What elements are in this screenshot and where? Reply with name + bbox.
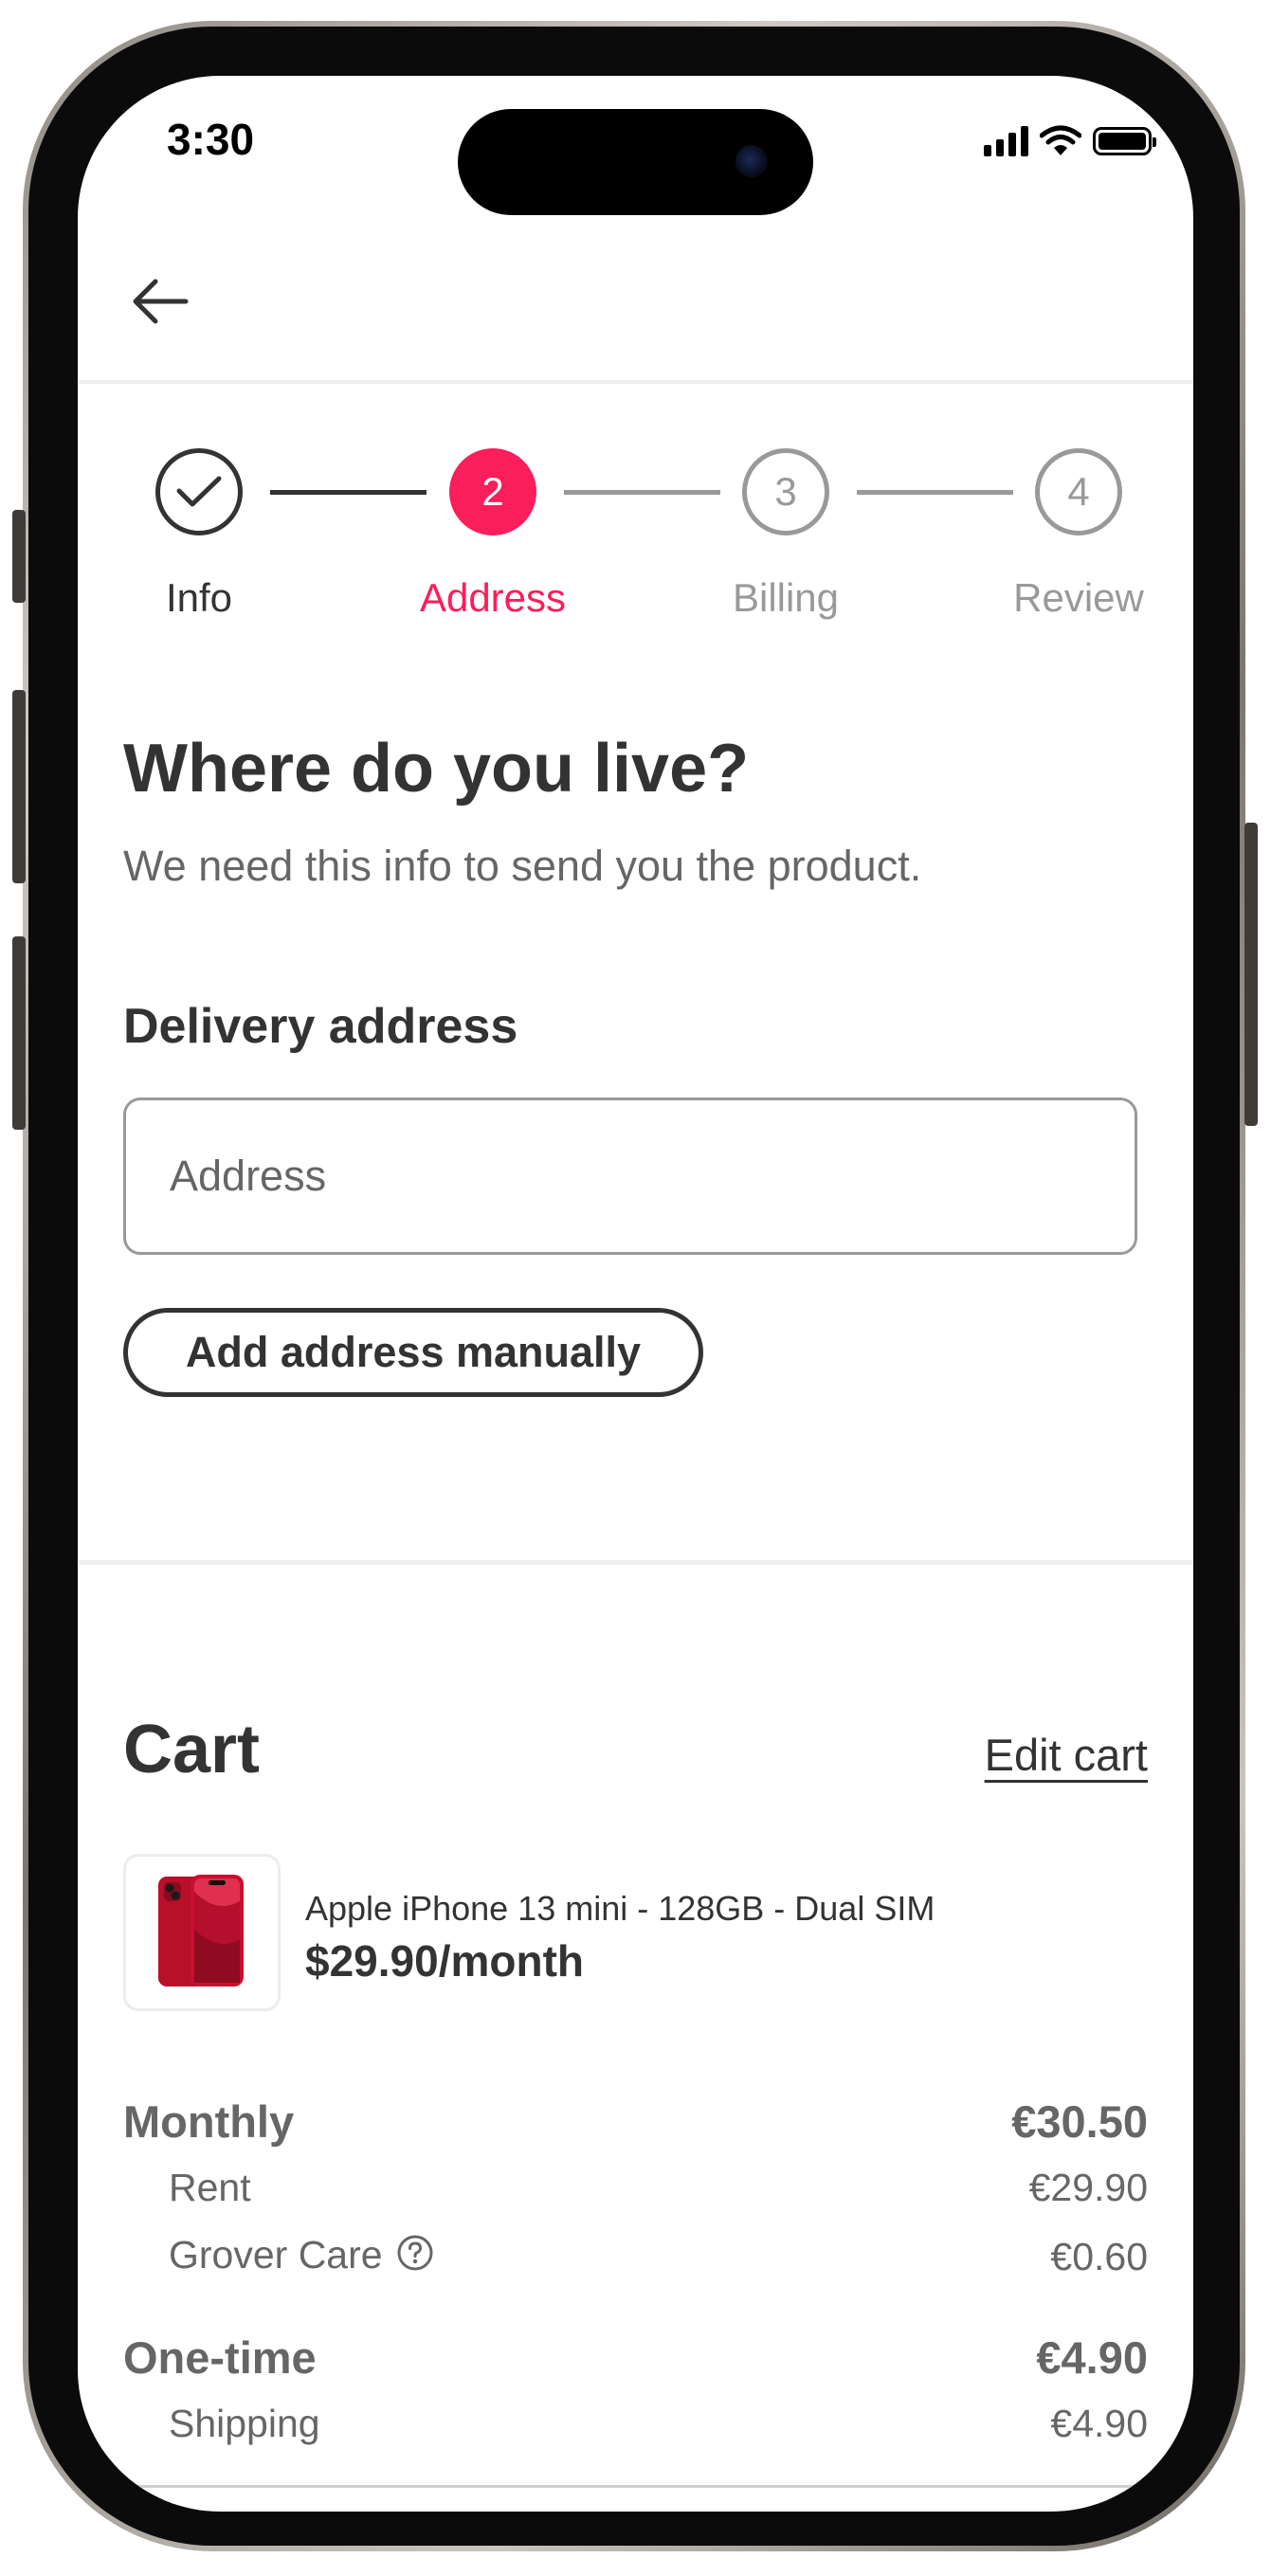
side-button-volume-down [12, 936, 26, 1130]
status-icons [984, 125, 1156, 157]
step-review-label: Review [1013, 575, 1144, 620]
question-circle-icon[interactable] [396, 2234, 434, 2281]
rent-row: Rent €29.90 [123, 2166, 1148, 2210]
grover-care-label-group: Grover Care [169, 2233, 434, 2281]
product-name: Apple iPhone 13 mini - 128GB - Dual SIM [305, 1889, 935, 1928]
shipping-value: €4.90 [1050, 2402, 1148, 2445]
one-time-label: One-time [123, 2332, 317, 2383]
edit-cart-link[interactable]: Edit cart [985, 1729, 1148, 1781]
checkmark-icon [176, 476, 222, 507]
delivery-address-label: Delivery address [123, 999, 518, 1054]
cart-title: Cart [123, 1712, 261, 1787]
wifi-icon [1040, 125, 1081, 155]
status-time: 3:30 [167, 115, 255, 164]
grover-care-row: Grover Care €0.60 [123, 2233, 1148, 2281]
step-address-circle[interactable]: 2 [449, 448, 536, 535]
step-connector-2 [564, 490, 720, 495]
step-billing-circle[interactable]: 3 [742, 448, 829, 535]
rent-label: Rent [169, 2166, 251, 2209]
step-connector-1 [270, 490, 427, 495]
step-info-circle[interactable] [155, 448, 243, 535]
monthly-label: Monthly [123, 2096, 295, 2147]
battery-icon [1093, 127, 1156, 155]
side-button-power [1244, 823, 1258, 1126]
grover-care-value: €0.60 [1050, 2235, 1148, 2279]
side-button-action [12, 510, 26, 603]
product-price: $29.90/month [305, 1936, 584, 1986]
step-review-circle[interactable]: 4 [1035, 448, 1122, 535]
monthly-summary-row: Monthly €30.50 [123, 2095, 1148, 2148]
step-info-label: Info [165, 575, 233, 620]
page-title: Where do you live? [123, 731, 750, 807]
page-subtitle: We need this info to send you the produc… [123, 842, 922, 890]
shipping-label: Shipping [169, 2402, 320, 2445]
address-input[interactable] [123, 1098, 1137, 1255]
rent-value: €29.90 [1028, 2166, 1148, 2209]
dynamic-island [458, 109, 813, 215]
bottom-divider [78, 2485, 1193, 2488]
step-billing-label: Billing [732, 575, 840, 620]
step-connector-3 [857, 490, 1013, 495]
iphone-product-image [158, 1875, 244, 1986]
front-camera [735, 145, 768, 177]
side-button-volume-up [12, 690, 26, 883]
section-divider [78, 1560, 1193, 1565]
step-address-label: Address [419, 575, 567, 620]
cellular-signal-icon [984, 126, 1028, 156]
phone-screen: 3:30 2 3 4 Info Address Billing Review W… [78, 76, 1193, 2512]
shipping-row: Shipping €4.90 [123, 2402, 1148, 2446]
arrow-left-icon [133, 279, 189, 324]
one-time-total: €4.90 [1036, 2332, 1148, 2383]
product-image [123, 1854, 281, 2011]
header-divider [78, 380, 1193, 384]
back-button[interactable] [123, 263, 199, 339]
grover-care-label: Grover Care [169, 2233, 383, 2277]
monthly-total: €30.50 [1011, 2096, 1148, 2147]
one-time-summary-row: One-time €4.90 [123, 2331, 1148, 2384]
add-address-manually-button[interactable]: Add address manually [123, 1308, 703, 1397]
